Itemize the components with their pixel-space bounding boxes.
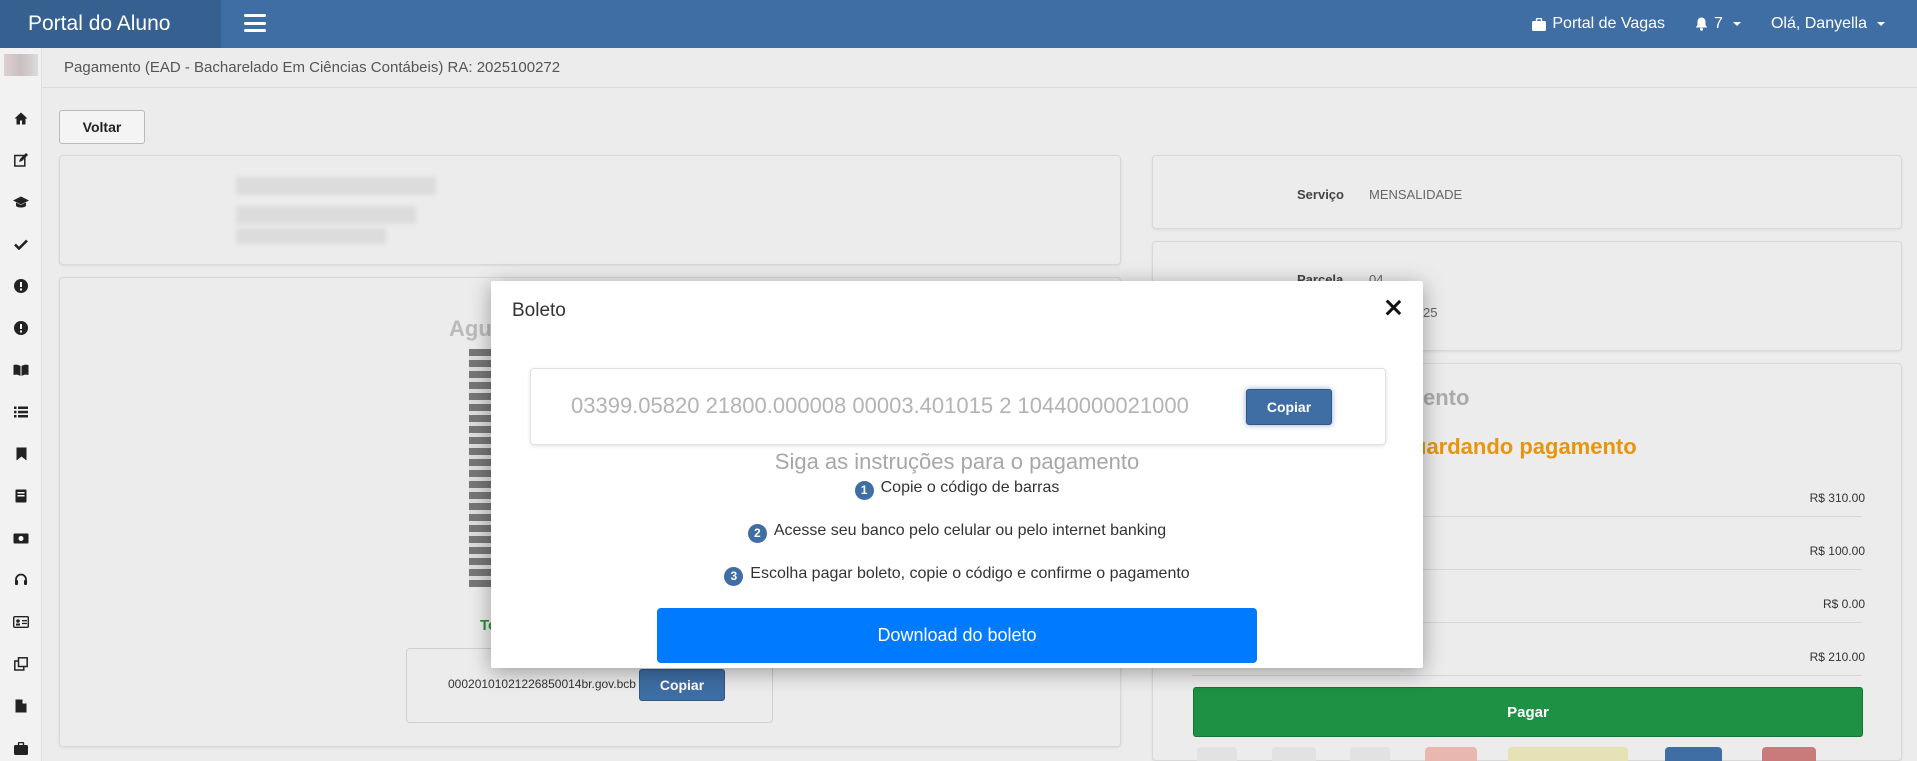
boleto-modal: Boleto 03399.05820 21800.000008 00003.40…: [491, 281, 1423, 668]
instruction-step: 1 Copie o código de barras: [491, 479, 1423, 500]
download-boleto-button[interactable]: Download do boleto: [657, 608, 1257, 663]
step-text: Acesse seu banco pelo celular ou pelo in…: [773, 522, 1167, 539]
step-text: Copie o código de barras: [880, 479, 1060, 496]
barcode-text[interactable]: 03399.05820 21800.000008 00003.401015 2 …: [571, 393, 1257, 419]
instructions-title: Siga as instruções para o pagamento: [774, 449, 1140, 474]
instruction-step: 2 Acesse seu banco pelo celular ou pelo i…: [491, 522, 1423, 543]
close-icon[interactable]: [1381, 296, 1405, 320]
step-number-badge: 2: [747, 523, 767, 543]
copy-barcode-button[interactable]: Copiar: [1246, 389, 1332, 425]
barcode-box: 03399.05820 21800.000008 00003.401015 2 …: [530, 368, 1386, 445]
step-text: Escolha pagar boleto, copie o código e c…: [750, 565, 1190, 582]
step-number-badge: 1: [854, 480, 874, 500]
modal-title: Boleto: [512, 300, 566, 321]
step-number-badge: 3: [724, 566, 744, 586]
instruction-step: 3 Escolha pagar boleto, copie o código e …: [491, 565, 1423, 586]
